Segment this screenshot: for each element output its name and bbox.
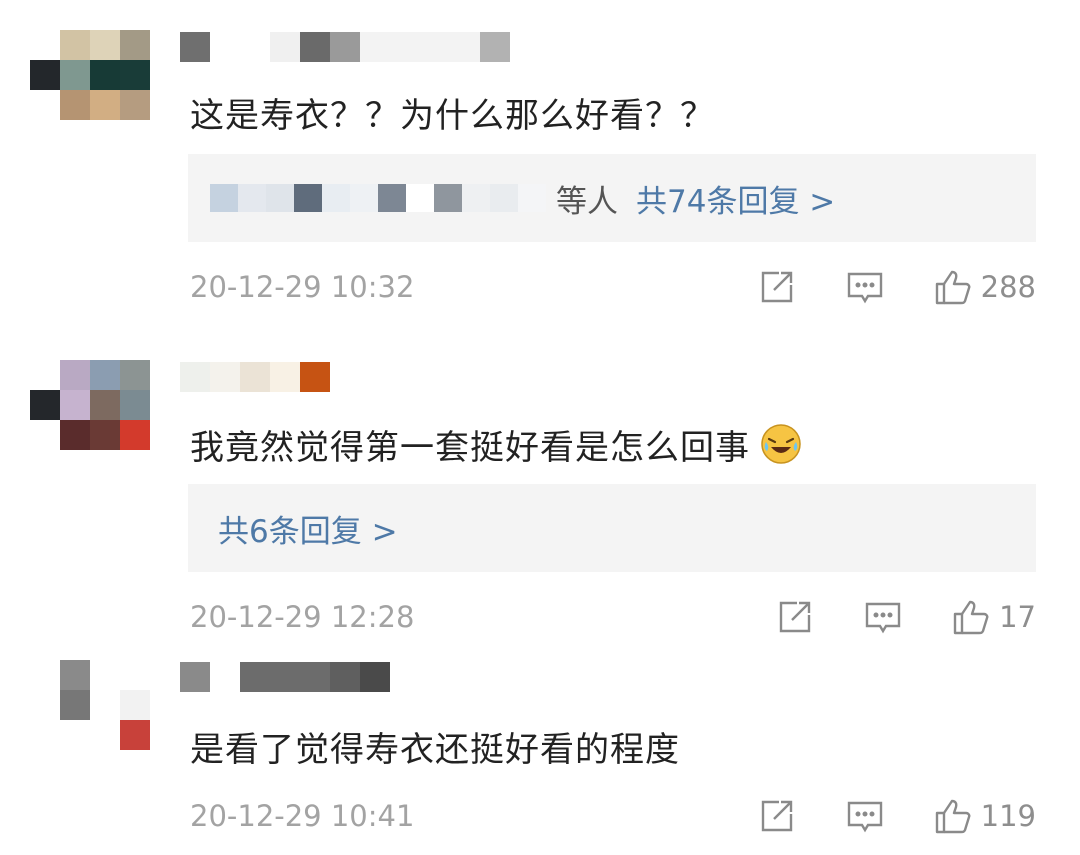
avatar[interactable] [30, 360, 150, 450]
reply-suffix: 等人 [556, 183, 618, 220]
like-count: 119 [980, 799, 1036, 833]
reply-usernames-redacted [210, 182, 546, 214]
comment-item: 这是寿衣？？为什么那么好看？？ 等人 共74条回复 > 20-12-29 10:… [0, 0, 1080, 330]
action-bar: 288 [757, 267, 1036, 307]
like-button[interactable]: 17 [951, 597, 1036, 637]
share-icon[interactable] [757, 267, 797, 307]
comment-item: 是看了觉得寿衣还挺好看的程度 20-12-29 10:41 119 [0, 650, 1080, 855]
comment-meta: 20-12-29 12:28 17 [190, 597, 1036, 637]
thumbs-up-icon[interactable] [933, 267, 973, 307]
like-button[interactable]: 288 [933, 267, 1036, 307]
like-count: 288 [980, 270, 1036, 304]
laughing-crying-emoji-icon [760, 423, 802, 465]
action-bar: 119 [757, 796, 1036, 836]
comment-text: 这是寿衣？？为什么那么好看？？ [190, 96, 715, 136]
timestamp: 20-12-29 10:41 [190, 799, 415, 833]
comment-text: 我竟然觉得第一套挺好看是怎么回事 [190, 420, 802, 469]
like-count: 17 [999, 600, 1036, 634]
reply-summary-box[interactable]: 等人 共74条回复 > [188, 154, 1036, 242]
thumbs-up-icon[interactable] [951, 597, 991, 637]
timestamp: 20-12-29 10:32 [190, 270, 415, 304]
comment-text: 是看了觉得寿衣还挺好看的程度 [190, 730, 680, 770]
share-icon[interactable] [757, 796, 797, 836]
avatar[interactable] [30, 30, 150, 120]
comment-meta: 20-12-29 10:41 119 [190, 796, 1036, 836]
thumbs-up-icon[interactable] [933, 796, 973, 836]
share-icon[interactable] [775, 597, 815, 637]
timestamp: 20-12-29 12:28 [190, 600, 415, 634]
comment-meta: 20-12-29 10:32 288 [190, 267, 1036, 307]
comment-item: 我竟然觉得第一套挺好看是怎么回事 共6条回复 > 20-12-29 12:28 … [0, 330, 1080, 650]
comment-icon[interactable] [845, 267, 885, 307]
view-replies-link[interactable]: 共74条回复 > [636, 176, 835, 221]
reply-summary-box[interactable]: 共6条回复 > [188, 484, 1036, 572]
username-redacted[interactable] [180, 362, 330, 392]
like-button[interactable]: 119 [933, 796, 1036, 836]
action-bar: 17 [775, 597, 1036, 637]
username-redacted[interactable] [180, 662, 390, 692]
comment-icon[interactable] [863, 597, 903, 637]
view-replies-link[interactable]: 共6条回复 > [218, 506, 398, 551]
comment-icon[interactable] [845, 796, 885, 836]
comment-text-body: 我竟然觉得第一套挺好看是怎么回事 [190, 428, 750, 468]
avatar[interactable] [30, 660, 150, 750]
username-redacted[interactable] [180, 32, 510, 62]
